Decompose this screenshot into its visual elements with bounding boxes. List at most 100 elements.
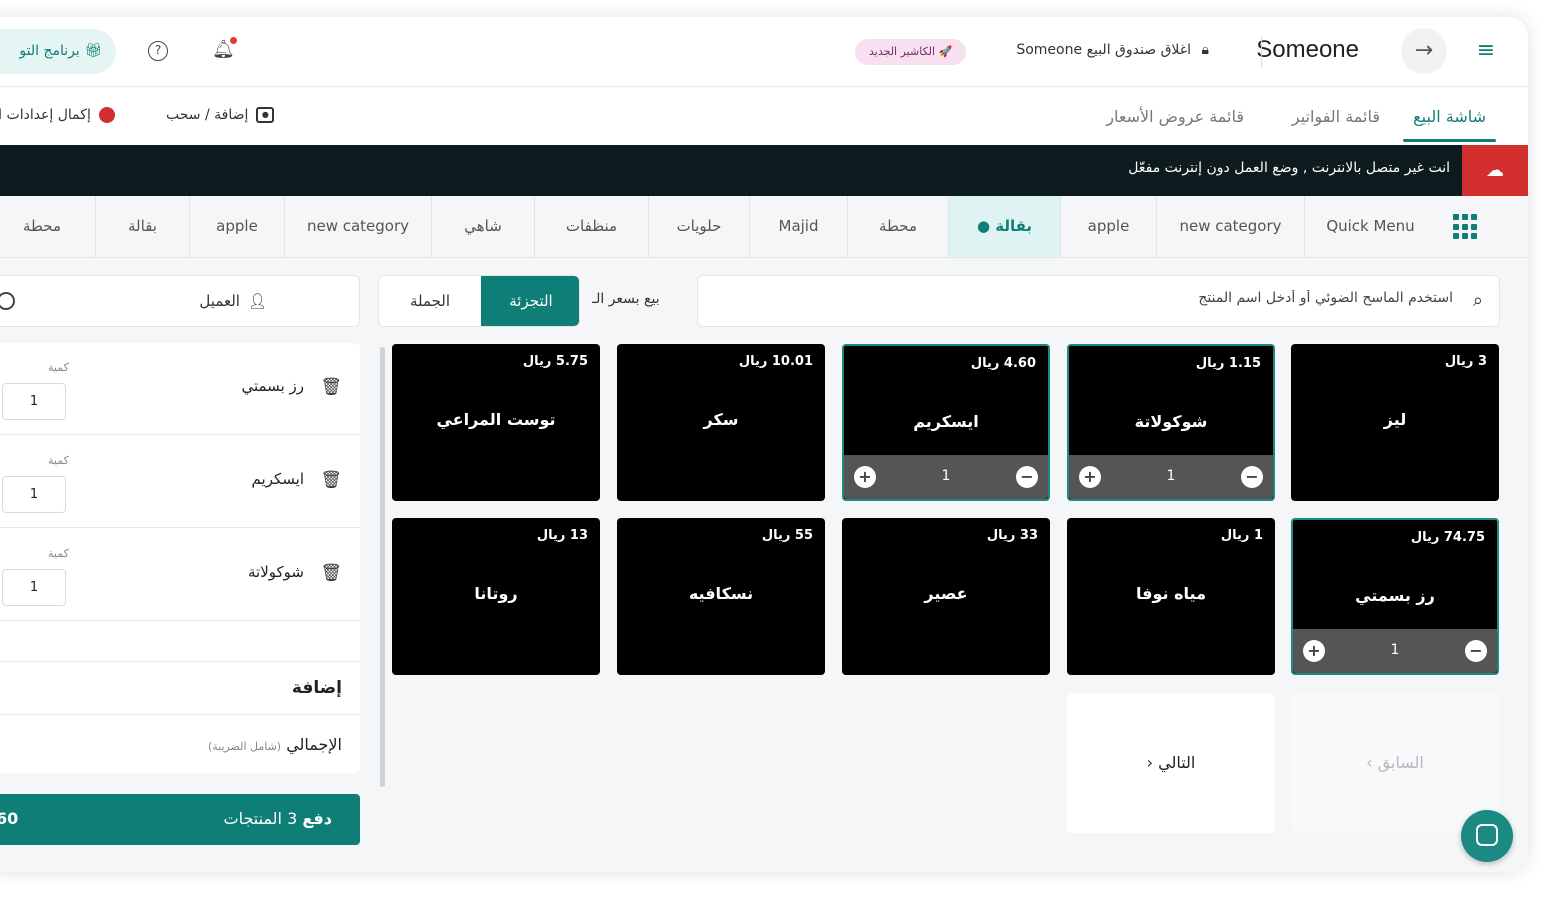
complete-settings-button[interactable]: إكمال إعدادات ال <box>0 107 115 123</box>
app-window: ≡ → Someone 🔒︎ اغلاق صندوق البيع Someone… <box>0 17 1528 872</box>
retail-option[interactable]: التجزئة <box>481 276 579 326</box>
price-mode-toggle: التجزئة الجملة <box>378 275 580 327</box>
product-card[interactable]: 5.75 ريال توست المراعي <box>392 344 600 501</box>
chat-button[interactable] <box>1461 810 1513 862</box>
qty-label: كمية <box>48 454 69 467</box>
category-tab-active[interactable]: ● بقالة <box>948 196 1060 257</box>
active-dot: ● <box>976 217 996 235</box>
trash-icon[interactable]: 🗑︎ <box>320 563 342 583</box>
product-search: ⌕ <box>697 275 1500 327</box>
category-tab[interactable]: new category <box>1156 196 1304 257</box>
category-tab[interactable]: محطة <box>847 196 948 257</box>
product-name: توست المراعي <box>436 410 556 429</box>
search-input[interactable] <box>753 290 1453 306</box>
product-card[interactable]: 13 ريال روتانا <box>392 518 600 675</box>
customer-selector[interactable]: 👤︎ العميل <box>0 275 360 327</box>
chevron-right-icon: › <box>1366 753 1373 772</box>
tab-invoices[interactable]: قائمة الفواتير <box>1292 107 1380 126</box>
cart-item-name: رز بسمتي <box>241 377 304 395</box>
product-card-selected[interactable]: 4.60 ريال ايسكريم + 1 − <box>842 344 1050 501</box>
cart-item-name: شوكولاتة <box>248 563 304 581</box>
product-name: سكر <box>703 410 739 429</box>
category-tab[interactable]: apple <box>189 196 284 257</box>
product-card[interactable]: 33 ريال عصير <box>842 518 1050 675</box>
category-tab[interactable]: new category <box>284 196 431 257</box>
minus-icon[interactable]: − <box>1241 466 1263 488</box>
product-price: 1 ريال <box>1220 528 1263 543</box>
category-tab[interactable]: محطة <box>0 196 95 257</box>
qty-label: كمية <box>48 361 69 374</box>
category-tab[interactable]: شاهي <box>431 196 534 257</box>
tab-quotations[interactable]: قائمة عروض الأسعار <box>1106 107 1244 126</box>
tab-sales-screen[interactable]: شاشة البيع <box>1403 107 1496 142</box>
quantity-stepper: + 1 − <box>1293 629 1497 673</box>
category-tab[interactable]: Majid <box>749 196 847 257</box>
promo-program-button[interactable]: 🎁︎ برنامج التو <box>0 29 116 74</box>
back-button[interactable]: → <box>1401 28 1447 74</box>
quantity-stepper: + 1 − <box>1069 455 1273 499</box>
product-name: ايسكريم <box>913 412 979 431</box>
divider <box>1261 36 1262 68</box>
wholesale-option[interactable]: الجملة <box>379 276 481 326</box>
minus-icon[interactable]: − <box>1016 466 1038 488</box>
new-cashier-badge[interactable]: 🚀 الكاشير الجديد <box>855 39 967 65</box>
trash-icon[interactable]: 🗑︎ <box>320 377 342 397</box>
search-icon: ⌕ <box>1472 290 1483 311</box>
prev-page-button[interactable]: السابق › <box>1291 693 1499 833</box>
trash-icon[interactable]: 🗑︎ <box>320 470 342 490</box>
qty-label: كمية <box>48 547 69 560</box>
complete-settings-label: إكمال إعدادات ال <box>0 107 91 123</box>
qty-input[interactable]: 1 <box>2 383 66 420</box>
grid-menu-icon[interactable] <box>1453 214 1479 240</box>
tax-note: (شامل الضريبة) <box>207 740 282 753</box>
total-line: الإجمالي (شامل الضريبة) <box>0 715 360 773</box>
add-line[interactable]: إضافة <box>0 661 360 715</box>
product-card[interactable]: 10.01 ريال سكر <box>617 344 825 501</box>
product-price: 4.60 ريال <box>970 356 1036 371</box>
offline-message: انت غير متصل بالانترنت , وضع العمل دون إ… <box>1128 160 1450 176</box>
promo-label: برنامج التو <box>19 43 80 59</box>
product-price: 13 ريال <box>536 528 588 543</box>
product-card[interactable]: 55 ريال نسكافيه <box>617 518 825 675</box>
menu-icon[interactable]: ≡ <box>1476 40 1496 62</box>
category-tab[interactable]: منظفات <box>534 196 648 257</box>
product-card-selected[interactable]: 74.75 ريال رز بسمتي + 1 − <box>1291 518 1499 675</box>
minus-icon[interactable]: − <box>1465 640 1487 662</box>
alert-dot-icon <box>98 107 115 123</box>
product-card[interactable]: 3 ريال ليز <box>1291 344 1499 501</box>
arrow-right-icon: → <box>1414 38 1434 63</box>
next-page-button[interactable]: التالي ‹ <box>1067 693 1275 833</box>
cloud-off-icon: ☁︎ <box>1462 145 1528 196</box>
qty-input[interactable]: 1 <box>2 476 66 513</box>
cart-item: 🗑︎ ايسكريم كمية 1 <box>0 436 360 528</box>
category-tab[interactable]: apple <box>1060 196 1156 257</box>
product-name: ليز <box>1383 410 1407 429</box>
product-name: روتانا <box>474 584 518 603</box>
cart-list: 🗑︎ رز بسمتي كمية 1 🗑︎ ايسكريم كمية 1 🗑︎ … <box>0 343 360 773</box>
qty-input[interactable]: 1 <box>2 569 66 606</box>
cash-drawer-icon: ● <box>256 107 275 123</box>
category-tab[interactable]: بقالة <box>95 196 189 257</box>
category-tab[interactable]: Quick Menu <box>1304 196 1436 257</box>
product-card-selected[interactable]: 1.15 ريال شوكولاتة + 1 − <box>1067 344 1275 501</box>
cart-item: 🗑︎ شوكولاتة كمية 1 <box>0 529 360 621</box>
product-name: نسكافيه <box>688 584 754 603</box>
add-pull-button[interactable]: ● إضافة / سحب <box>166 107 275 123</box>
customer-label-wrap: 👤︎ العميل <box>199 292 267 310</box>
product-card[interactable]: 1 ريال مياه نوفا <box>1067 518 1275 675</box>
help-icon[interactable]: ? <box>148 41 168 61</box>
bell-icon[interactable]: 🔔︎ <box>212 37 237 60</box>
pay-button[interactable]: دفع 3 المنتجات 60 <box>0 794 360 845</box>
clock-icon[interactable] <box>0 292 15 310</box>
product-price: 3 ريال <box>1444 354 1487 369</box>
user-icon: 👤︎ <box>247 292 267 310</box>
product-name: رز بسمتي <box>1355 586 1435 605</box>
category-tab[interactable]: حلويات <box>648 196 749 257</box>
scrollbar[interactable] <box>380 347 385 787</box>
product-price: 33 ريال <box>986 528 1038 543</box>
cart-item-name: ايسكريم <box>251 470 304 488</box>
gift-icon: 🎁︎ <box>84 43 102 59</box>
product-price: 74.75 ريال <box>1410 530 1485 545</box>
close-register-button[interactable]: 🔒︎ اغلاق صندوق البيع Someone <box>1016 42 1209 58</box>
pay-label: دفع 3 المنتجات <box>223 809 333 828</box>
